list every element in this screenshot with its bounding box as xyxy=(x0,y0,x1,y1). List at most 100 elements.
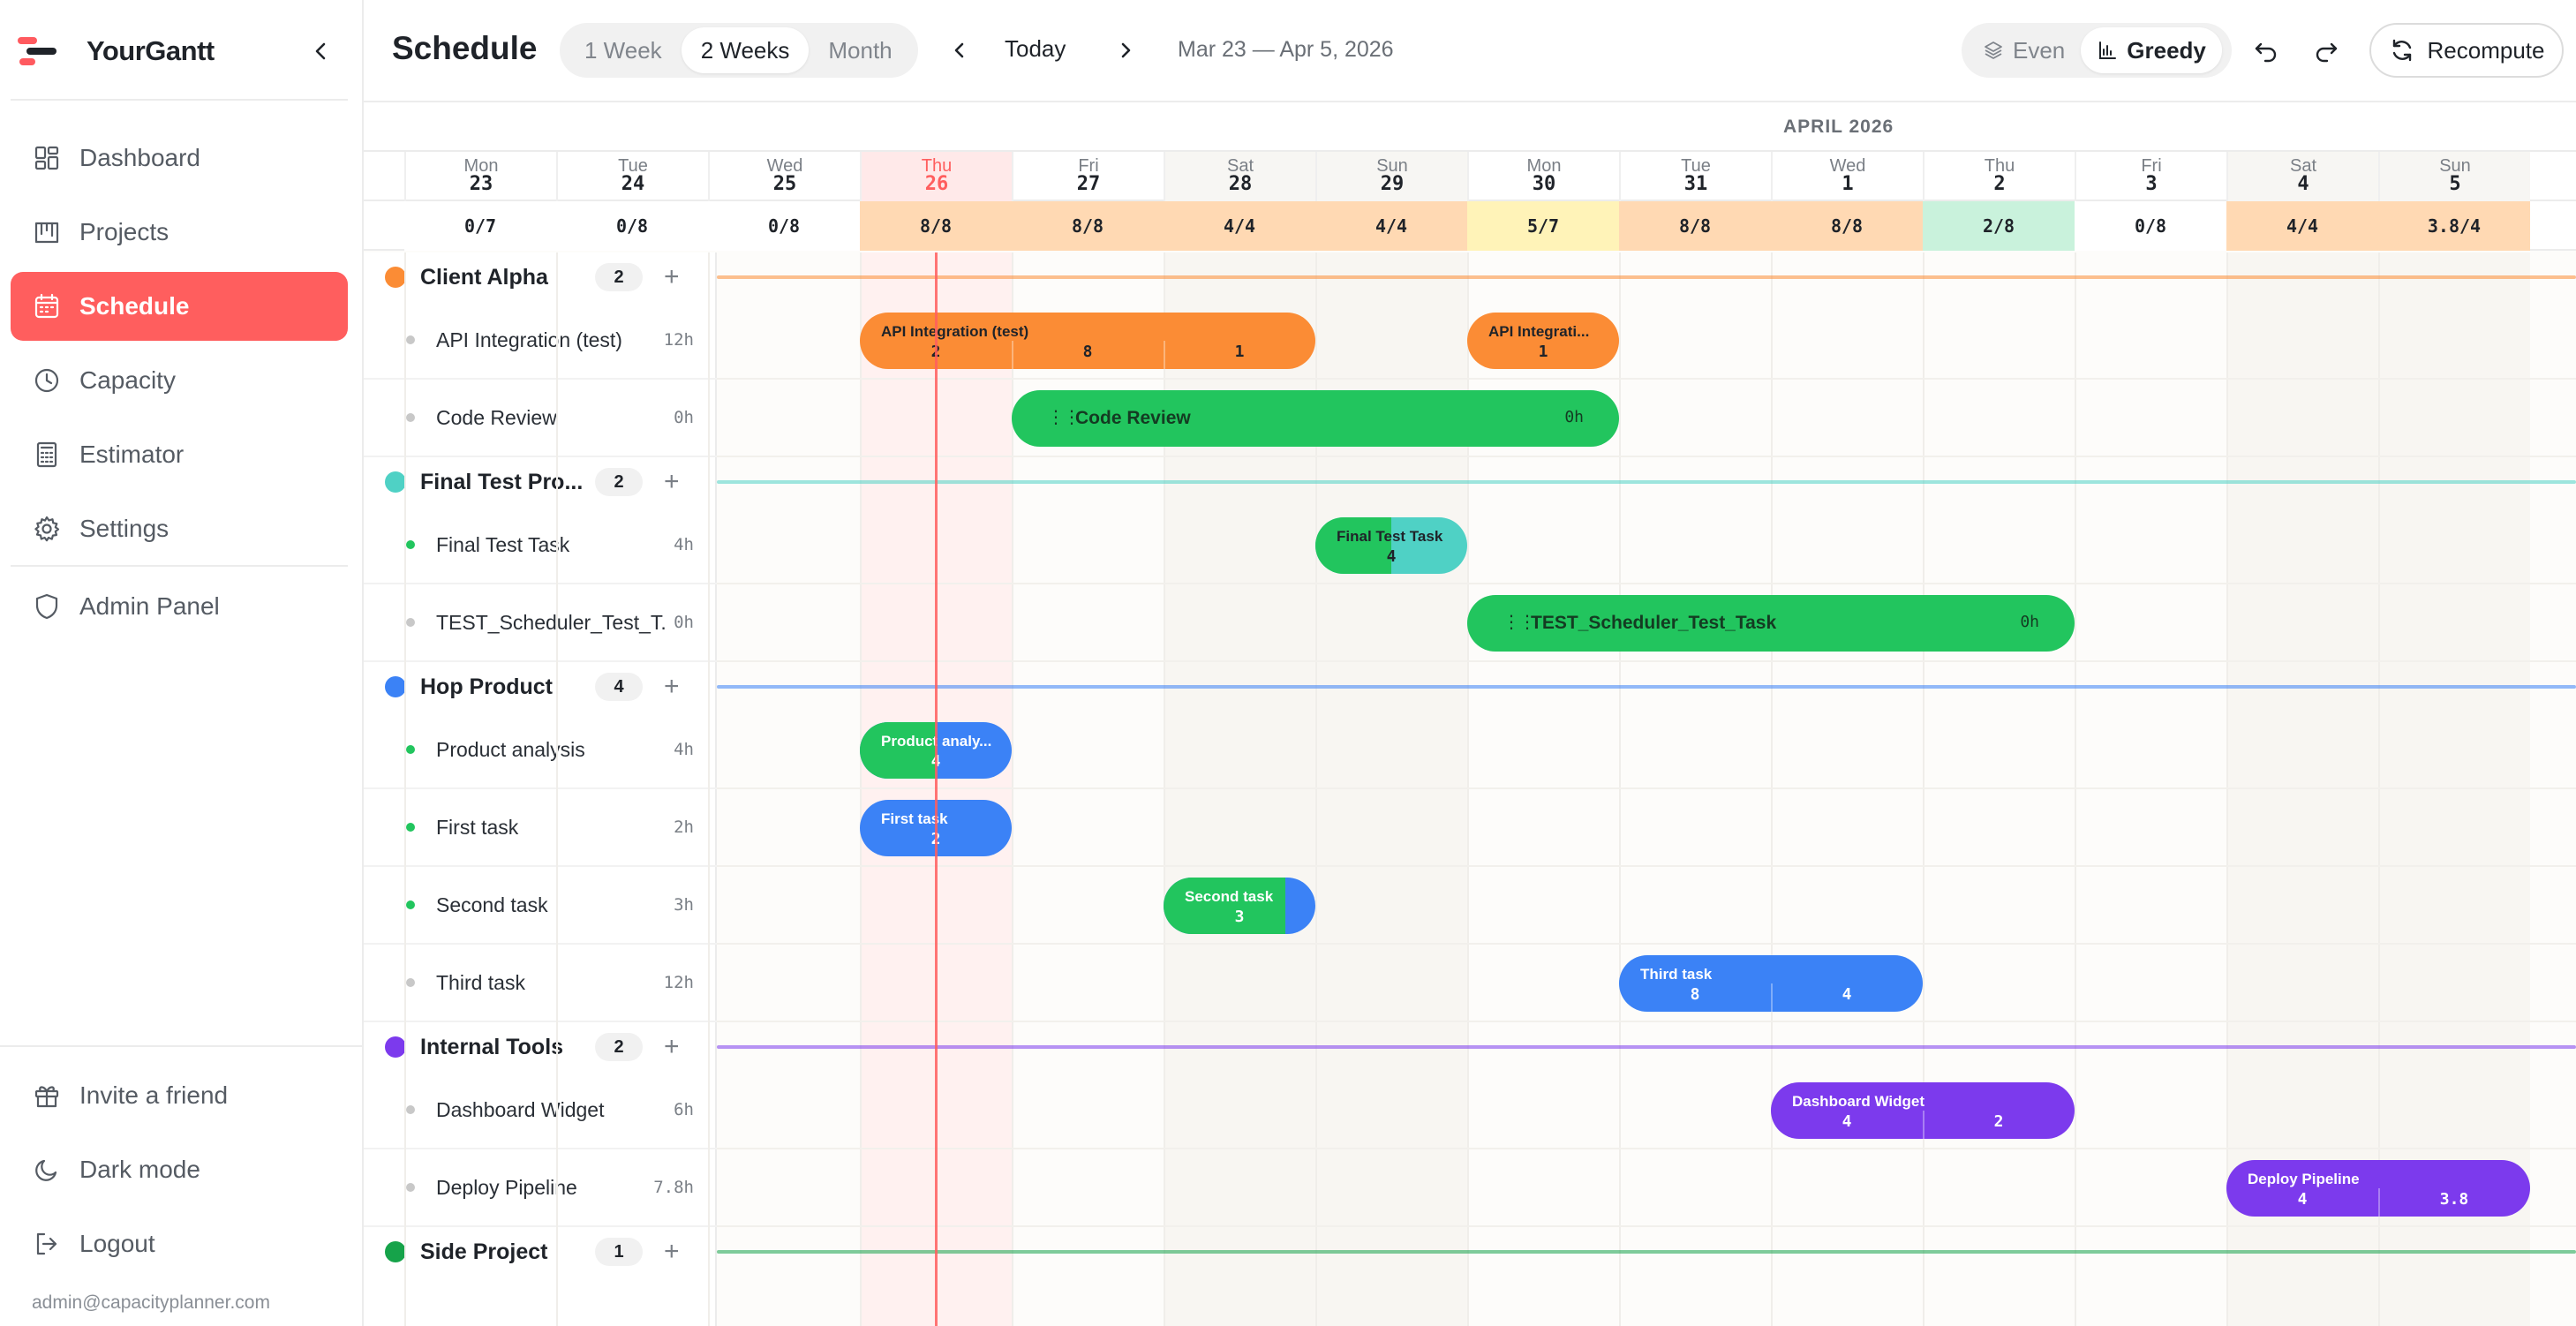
sidebar-item-capacity[interactable]: Capacity xyxy=(11,346,348,415)
schedule-grid: APRIL 2026 Mon 23 Tue 24 Wed 25 Thu 26 Fri 27 Sat 2… xyxy=(364,102,2576,1326)
capacity-cell: 4/4 xyxy=(1164,201,1315,251)
project-row[interactable]: Hop Product 4 + xyxy=(364,662,717,712)
task-row[interactable]: Product analysis 4h xyxy=(364,712,717,789)
task-bar[interactable]: ⋮⋮ TEST_Scheduler_Test_Task 0h xyxy=(1467,595,2075,652)
sidebar-item-logout[interactable]: Logout xyxy=(11,1209,348,1278)
brand[interactable]: YourGantt xyxy=(18,34,215,69)
task-row[interactable]: Deploy Pipeline 7.8h xyxy=(364,1149,717,1227)
task-hours: 4h xyxy=(674,535,694,554)
row-divider xyxy=(717,1225,2576,1227)
undo-button[interactable] xyxy=(2246,30,2286,71)
task-name: Final Test Task xyxy=(436,532,570,556)
range-1-week-button[interactable]: 1 Week xyxy=(565,27,682,73)
task-bar[interactable]: Second task 3 xyxy=(1164,878,1315,934)
task-row[interactable]: Second task 3h xyxy=(364,867,717,945)
task-bar[interactable]: Dashboard Widget 4 2 xyxy=(1771,1082,2075,1139)
sidebar-item-admin[interactable]: Admin Panel xyxy=(11,572,348,641)
day-number: 31 xyxy=(1683,173,1708,195)
add-task-button[interactable]: + xyxy=(664,1237,680,1267)
add-task-button[interactable]: + xyxy=(664,467,680,497)
day-gridline xyxy=(1619,252,1621,1326)
task-bar[interactable]: Deploy Pipeline 4 3.8 xyxy=(2226,1160,2530,1217)
project-row[interactable]: Client Alpha 2 + xyxy=(364,252,717,302)
bar-label: Deploy Pipeline xyxy=(2248,1171,2360,1187)
project-row[interactable]: Final Test Pro... 2 + xyxy=(364,457,717,507)
task-hours: 12h xyxy=(663,330,694,350)
task-row[interactable]: First task 2h xyxy=(364,789,717,867)
sidebar-item-settings[interactable]: Settings xyxy=(11,494,348,563)
task-hours: 7.8h xyxy=(653,1178,694,1197)
task-bar[interactable]: API Integration (test)281 xyxy=(860,313,1315,369)
recompute-button[interactable]: Recompute xyxy=(2369,23,2564,78)
add-task-button[interactable]: + xyxy=(664,262,680,292)
drag-handle-icon[interactable]: ⋮⋮ xyxy=(1503,611,1536,633)
day-name: Sun xyxy=(2439,156,2471,176)
task-status-dot xyxy=(406,335,415,344)
task-bar[interactable]: Third task 8 4 xyxy=(1619,955,1923,1012)
task-name: TEST_Scheduler_Test_T... xyxy=(436,610,667,634)
add-task-button[interactable]: + xyxy=(664,672,680,702)
next-button[interactable] xyxy=(1105,30,1146,71)
day-number: 5 xyxy=(2449,173,2461,195)
bar-chart-icon xyxy=(2097,40,2118,61)
sidebar-item-dashboard[interactable]: Dashboard xyxy=(11,124,348,192)
collapse-sidebar-button[interactable] xyxy=(304,34,339,69)
mode-greedy-button[interactable]: Greedy xyxy=(2081,27,2222,73)
project-row[interactable]: Side Project 1 + xyxy=(364,1227,717,1277)
sidebar-item-schedule[interactable]: Schedule xyxy=(11,272,348,341)
range-month-button[interactable]: Month xyxy=(809,27,911,73)
previous-button[interactable] xyxy=(939,30,980,71)
task-row[interactable]: Final Test Task 4h xyxy=(364,507,717,584)
task-bar[interactable]: API Integrati... 1 xyxy=(1467,313,1619,369)
row-divider xyxy=(717,378,2576,380)
project-row[interactable]: Internal Tools 2 + xyxy=(364,1022,717,1072)
task-bar[interactable]: ⋮⋮ Code Review 0h xyxy=(1012,390,1619,447)
gear-icon xyxy=(32,514,62,544)
mode-even-button[interactable]: Even xyxy=(1967,27,2081,73)
shield-icon xyxy=(32,591,62,622)
user-email: admin@capacityplanner.com xyxy=(32,1292,270,1313)
undo-icon xyxy=(2255,42,2277,63)
task-row[interactable]: TEST_Scheduler_Test_T... 0h xyxy=(364,584,717,662)
range-selector: 1 Week 2 Weeks Month xyxy=(560,23,918,78)
project-divider-line xyxy=(717,685,2576,689)
day-header: Sun 5 xyxy=(2378,152,2530,201)
project-name: Side Project xyxy=(420,1239,548,1264)
row-divider xyxy=(717,583,2576,584)
task-row[interactable]: API Integration (test) 12h xyxy=(364,302,717,380)
day-header: Fri 3 xyxy=(2075,152,2226,201)
sidebar-item-projects[interactable]: Projects xyxy=(11,198,348,267)
day-name: Mon xyxy=(463,156,499,176)
today-button[interactable]: Today xyxy=(1005,35,1066,63)
task-row[interactable]: Code Review 0h xyxy=(364,380,717,457)
capacity-cell: 8/8 xyxy=(1771,201,1923,251)
bar-label: Code Review xyxy=(1075,408,1191,428)
task-row[interactable]: Dashboard Widget 6h xyxy=(364,1072,717,1149)
day-number: 28 xyxy=(1228,173,1253,195)
chevron-left-icon xyxy=(954,42,964,58)
drag-handle-icon[interactable]: ⋮⋮ xyxy=(1047,406,1081,428)
header: Schedule 1 Week 2 Weeks Month Today Mar 23… xyxy=(364,0,2576,102)
day-name: Wed xyxy=(766,156,803,176)
day-header: Sat 4 xyxy=(2226,152,2378,201)
project-color-dot xyxy=(385,676,406,697)
capacity-cell: 0/8 xyxy=(556,201,708,251)
day-header: Sat 28 xyxy=(1164,152,1315,201)
task-bar[interactable]: Final Test Task 4 xyxy=(1315,517,1467,574)
bar-day-value: 3.8 xyxy=(2439,1190,2469,1209)
bar-label: API Integrati... xyxy=(1488,323,1590,340)
project-name: Final Test Pro... xyxy=(420,469,584,494)
redo-button[interactable] xyxy=(2306,30,2346,71)
range-2-weeks-button[interactable]: 2 Weeks xyxy=(681,27,810,73)
task-row[interactable]: Third task 12h xyxy=(364,945,717,1022)
month-row: APRIL 2026 xyxy=(364,102,2576,152)
sidebar-item-dark[interactable]: Dark mode xyxy=(11,1135,348,1204)
sidebar-item-estimator[interactable]: Estimator xyxy=(11,420,348,489)
add-task-button[interactable]: + xyxy=(664,1032,680,1062)
page-title: Schedule xyxy=(392,30,538,66)
timeline-body: API Integration (test)281 API Integrati..… xyxy=(404,252,2576,1326)
day-header: Thu 2 xyxy=(1923,152,2075,201)
task-status-dot xyxy=(406,413,415,422)
day-header: Tue 24 xyxy=(556,152,708,201)
sidebar-item-invite[interactable]: Invite a friend xyxy=(11,1061,348,1130)
